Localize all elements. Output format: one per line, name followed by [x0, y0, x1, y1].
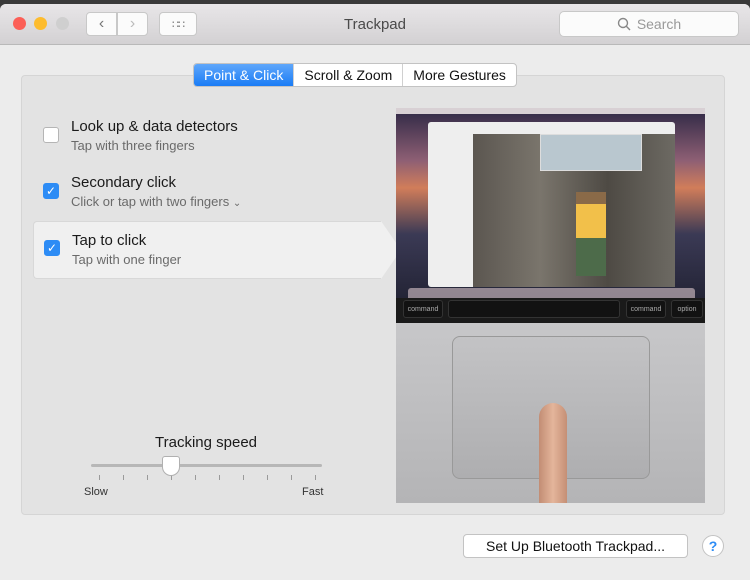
- gesture-preview-video: command command option: [396, 108, 705, 503]
- search-placeholder: Search: [636, 16, 682, 32]
- slider-tick: [195, 475, 196, 480]
- option-subtitle: Tap with one finger: [72, 252, 182, 267]
- key-space: [448, 300, 620, 318]
- key-command: command: [626, 300, 666, 318]
- tab-point-click[interactable]: Point & Click: [194, 64, 294, 86]
- option-subtitle: Click or tap with two fingers: [71, 194, 230, 209]
- option-label: Secondary click: [71, 174, 177, 191]
- chevron-down-icon: ⌄: [232, 198, 242, 209]
- slider-tick: [99, 475, 100, 480]
- slider-tick: [291, 475, 292, 480]
- secondary-click-checkbox[interactable]: ✓: [43, 183, 59, 199]
- slider-tick: [267, 475, 268, 480]
- search-input[interactable]: Search: [559, 11, 739, 37]
- tap-to-click-checkbox[interactable]: ✓: [44, 240, 60, 256]
- slider-tick: [147, 475, 148, 480]
- tab-scroll-zoom[interactable]: Scroll & Zoom: [293, 64, 402, 86]
- option-tap-to-click[interactable]: ✓ Tap to click Tap with one finger: [33, 221, 401, 279]
- slider-knob[interactable]: [161, 456, 180, 476]
- setup-bluetooth-trackpad-button[interactable]: Set Up Bluetooth Trackpad...: [463, 534, 688, 558]
- tab-bar: Point & Click Scroll & Zoom More Gesture…: [193, 63, 517, 87]
- search-icon: [617, 17, 631, 31]
- checkmark-icon: ✓: [46, 241, 58, 255]
- key-option: option: [671, 300, 703, 318]
- help-button[interactable]: ?: [702, 535, 724, 557]
- tab-more-gestures[interactable]: More Gestures: [402, 64, 516, 86]
- secondary-click-dropdown[interactable]: Click or tap with two fingers ⌄: [71, 194, 241, 209]
- key-command: command: [403, 300, 443, 318]
- preview-screen: [396, 108, 705, 318]
- preview-app-window: [428, 122, 675, 287]
- look-up-checkbox[interactable]: [43, 127, 59, 143]
- titlebar: ‹ › ∷∷ Trackpad Search: [0, 4, 750, 45]
- option-label: Look up & data detectors: [71, 118, 238, 135]
- slider-tick: [243, 475, 244, 480]
- preview-menubar: [396, 108, 705, 114]
- preview-trackpad-area: [396, 323, 705, 503]
- preview-keyboard: command command option: [396, 298, 705, 323]
- slider-tick: [219, 475, 220, 480]
- tracking-speed-slider[interactable]: [91, 464, 322, 467]
- finger-image: [539, 403, 567, 503]
- option-label: Tap to click: [72, 232, 147, 249]
- checkmark-icon: ✓: [45, 184, 57, 198]
- fast-label: Fast: [302, 486, 324, 498]
- option-subtitle: Tap with three fingers: [71, 138, 195, 153]
- slider-tick: [123, 475, 124, 480]
- option-look-up[interactable]: Look up & data detectors Tap with three …: [33, 118, 381, 176]
- slow-label: Slow: [84, 486, 108, 498]
- tracking-speed-label: Tracking speed: [155, 434, 257, 451]
- slider-tick: [315, 475, 316, 480]
